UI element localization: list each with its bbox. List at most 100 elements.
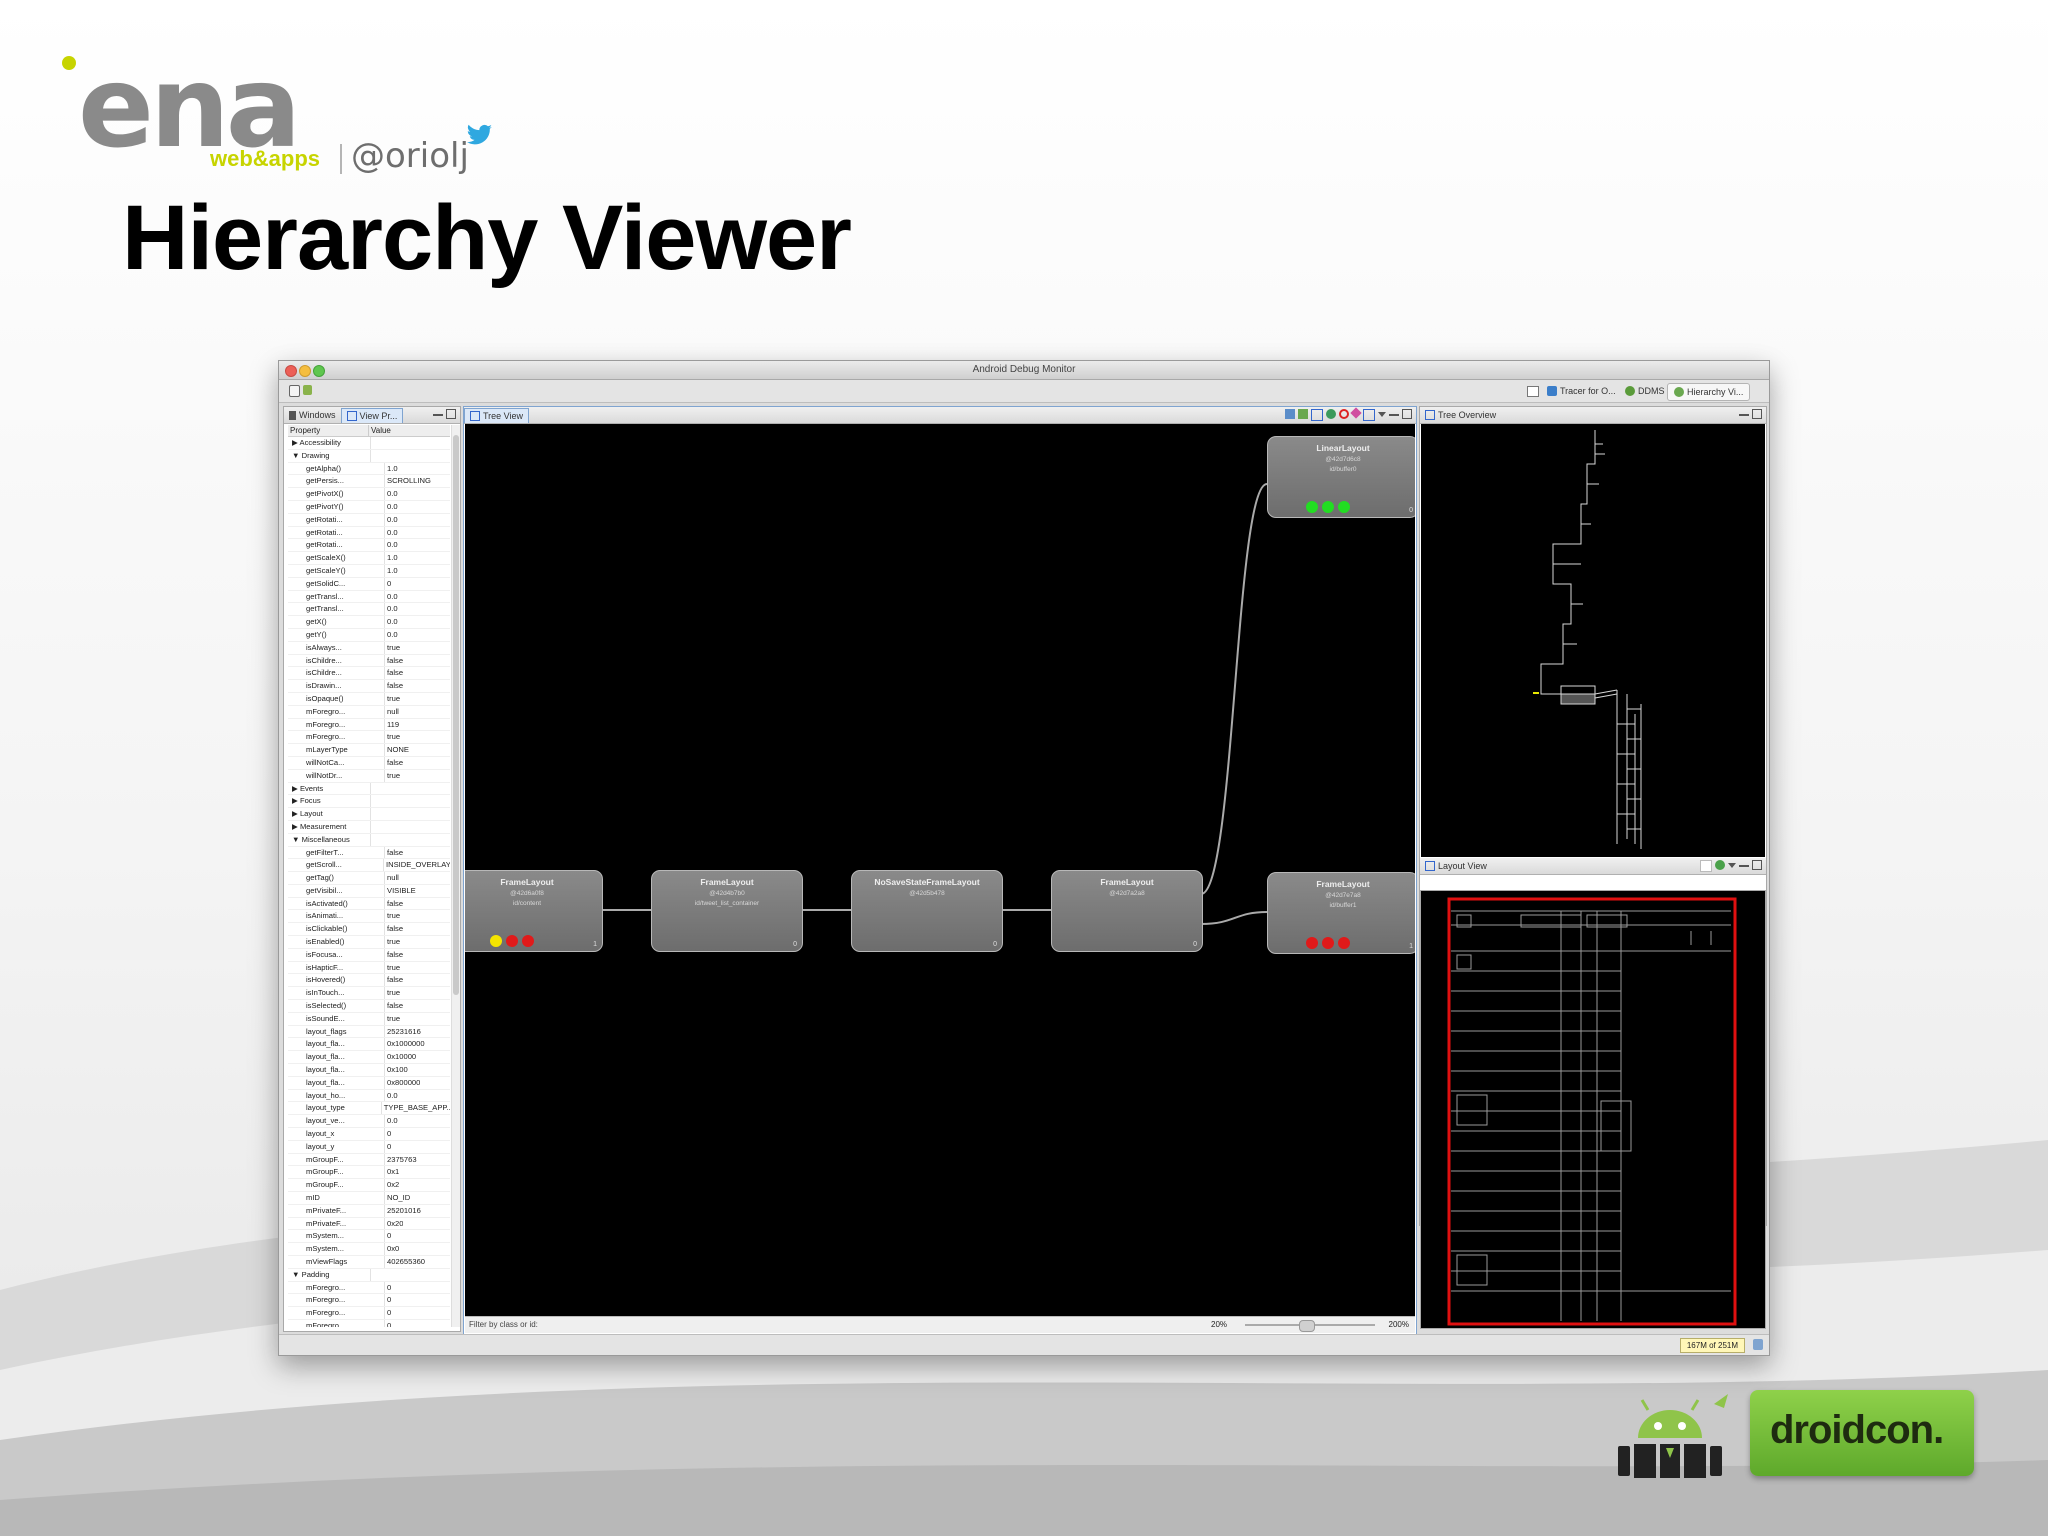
property-row[interactable]: getPivotX() 0.0 xyxy=(288,488,450,501)
zoom-slider-knob[interactable] xyxy=(1299,1320,1315,1332)
property-row[interactable]: getRotati... 0.0 xyxy=(288,539,450,553)
save-png-icon[interactable] xyxy=(1285,409,1295,419)
property-row[interactable]: getVisibil... VISIBLE xyxy=(288,884,450,898)
property-row[interactable]: mForegro... 0 xyxy=(288,1281,450,1295)
property-row[interactable]: mID NO_ID xyxy=(288,1192,450,1205)
tree-node[interactable]: FrameLayout @42d4b7b0 id/tweet_list_contai… xyxy=(651,870,803,952)
property-row[interactable]: getScroll... INSIDE_OVERLAY xyxy=(288,859,450,873)
minimize-panel-icon[interactable] xyxy=(1739,409,1749,416)
property-row[interactable]: mGroupF... 0x2 xyxy=(288,1179,450,1193)
property-row[interactable]: isClickable() false xyxy=(288,923,450,937)
property-row[interactable]: mForegro... 0 xyxy=(288,1294,450,1308)
tree-overview-canvas[interactable] xyxy=(1421,424,1765,857)
memory-indicator[interactable]: 167M of 251M xyxy=(1679,1338,1745,1353)
lock-icon[interactable] xyxy=(289,385,300,397)
invalidate-icon[interactable] xyxy=(1339,409,1349,419)
property-row[interactable]: layout_fla... 0x800000 xyxy=(288,1076,450,1090)
property-category-row[interactable]: ▶ Accessibility xyxy=(288,437,450,450)
property-row[interactable]: isAlways... true xyxy=(288,641,450,655)
properties-scroll-thumb[interactable] xyxy=(453,435,459,995)
perspective-tracer[interactable]: Tracer for O... xyxy=(1541,383,1622,399)
tab-tree-view[interactable]: Tree View xyxy=(464,407,530,423)
property-row[interactable]: getScaleX() 1.0 xyxy=(288,552,450,565)
property-category-row[interactable]: ▶ Measurement xyxy=(288,820,450,834)
property-column-header[interactable]: Property xyxy=(288,425,369,436)
maximize-panel-icon[interactable] xyxy=(1402,409,1412,419)
property-row[interactable]: mPrivateF... 0x20 xyxy=(288,1217,450,1231)
property-row[interactable]: isChildre... false xyxy=(288,667,450,681)
property-row[interactable]: isSelected() false xyxy=(288,1000,450,1013)
property-row[interactable]: mForegro... 0 xyxy=(288,1319,450,1327)
property-row[interactable]: getAlpha() 1.0 xyxy=(288,462,450,476)
load-overlay-icon[interactable] xyxy=(1715,860,1725,870)
minimize-panel-icon[interactable] xyxy=(1739,860,1749,867)
property-row[interactable]: mGroupF... 2375763 xyxy=(288,1153,450,1167)
property-row[interactable]: getTransl... 0.0 xyxy=(288,603,450,617)
property-row[interactable]: willNotDr... true xyxy=(288,769,450,783)
tab-view-properties[interactable]: View Pr... xyxy=(340,407,404,423)
filter-label[interactable]: Filter by class or id: xyxy=(469,1320,538,1329)
device-icon[interactable] xyxy=(303,385,312,395)
property-category-row[interactable]: ▶ Layout xyxy=(288,808,450,821)
property-row[interactable]: isHovered() false xyxy=(288,974,450,988)
property-row[interactable]: mViewFlags 402655360 xyxy=(288,1256,450,1269)
tab-windows[interactable]: Windows xyxy=(284,408,341,422)
property-row[interactable]: mSystem... 0 xyxy=(288,1230,450,1244)
property-row[interactable]: mForegro... true xyxy=(288,731,450,745)
property-row[interactable]: mPrivateF... 25201016 xyxy=(288,1204,450,1218)
property-row[interactable]: layout_flags 25231616 xyxy=(288,1025,450,1039)
property-row[interactable]: getRotati... 0.0 xyxy=(288,513,450,527)
maximize-panel-icon[interactable] xyxy=(446,409,456,419)
value-column-header[interactable]: Value xyxy=(369,425,391,436)
property-row[interactable]: willNotCa... false xyxy=(288,756,450,770)
open-perspective-icon[interactable] xyxy=(1527,386,1539,397)
property-row[interactable]: getPivotY() 0.0 xyxy=(288,500,450,514)
tree-view-canvas[interactable]: FrameLayout @42d6a0f8 id/content 1 FrameLayo… xyxy=(465,424,1415,1316)
property-row[interactable]: layout_ho... 0.0 xyxy=(288,1089,450,1103)
zoom-slider[interactable] xyxy=(1245,1320,1375,1332)
tree-node[interactable]: FrameLayout @42d7a2a8 0 xyxy=(1051,870,1203,952)
property-row[interactable]: isFocusa... false xyxy=(288,948,450,962)
property-row[interactable]: mForegro... null xyxy=(288,705,450,719)
property-row[interactable]: isSoundE... true xyxy=(288,1012,450,1026)
tree-node[interactable]: LinearLayout @42d7d6c8 id/buffer0 0 xyxy=(1267,436,1415,518)
property-row[interactable]: getTransl... 0.0 xyxy=(288,590,450,604)
request-layout-icon[interactable] xyxy=(1350,407,1362,419)
property-category-row[interactable]: ▶ Events xyxy=(288,782,450,796)
garbage-collect-icon[interactable] xyxy=(1753,1339,1763,1350)
property-row[interactable]: isChildre... false xyxy=(288,654,450,668)
property-category-row[interactable]: ▶ Focus xyxy=(288,795,450,809)
perspective-hierarchy-viewer[interactable]: Hierarchy Vi... xyxy=(1667,383,1751,401)
property-row[interactable]: layout_y 0 xyxy=(288,1140,450,1154)
view-menu-icon[interactable] xyxy=(1378,412,1386,417)
perspective-ddms[interactable]: DDMS xyxy=(1619,383,1671,399)
load-view-icon[interactable] xyxy=(1311,409,1323,421)
property-row[interactable]: isEnabled() true xyxy=(288,936,450,949)
dump-display-list-icon[interactable] xyxy=(1363,409,1375,421)
property-row[interactable]: isHapticF... true xyxy=(288,961,450,975)
property-row[interactable]: getX() 0.0 xyxy=(288,616,450,629)
property-row[interactable]: getFilterT... false xyxy=(288,846,450,860)
layout-refresh-icon[interactable] xyxy=(1700,860,1712,872)
property-category-row[interactable]: ▼ Miscellaneous xyxy=(288,833,450,847)
property-row[interactable]: layout_x 0 xyxy=(288,1128,450,1141)
view-menu-icon[interactable] xyxy=(1728,863,1736,868)
display-view-icon[interactable] xyxy=(1326,409,1336,419)
property-row[interactable]: getPersis... SCROLLING xyxy=(288,475,450,489)
property-row[interactable]: isOpaque() true xyxy=(288,692,450,706)
property-row[interactable]: getSolidC... 0 xyxy=(288,577,450,591)
property-row[interactable]: layout_fla... 0x10000 xyxy=(288,1051,450,1065)
property-category-row[interactable]: ▼ Drawing xyxy=(288,449,450,463)
property-row[interactable]: layout_type TYPE_BASE_APP... xyxy=(288,1102,450,1116)
tree-node[interactable]: NoSaveStateFrameLayout @42d5b478 0 xyxy=(851,870,1003,952)
property-row[interactable]: getTag() null xyxy=(288,872,450,885)
property-row[interactable]: mForegro... 0 xyxy=(288,1307,450,1320)
property-row[interactable]: layout_fla... 0x1000000 xyxy=(288,1038,450,1052)
property-row[interactable]: layout_fla... 0x100 xyxy=(288,1064,450,1077)
capture-layers-icon[interactable] xyxy=(1298,409,1308,419)
property-row[interactable]: getY() 0.0 xyxy=(288,628,450,642)
property-row[interactable]: isInTouch... true xyxy=(288,987,450,1001)
property-row[interactable]: isAnimati... true xyxy=(288,910,450,924)
property-row[interactable]: isActivated() false xyxy=(288,897,450,911)
minimize-panel-icon[interactable] xyxy=(433,409,443,416)
